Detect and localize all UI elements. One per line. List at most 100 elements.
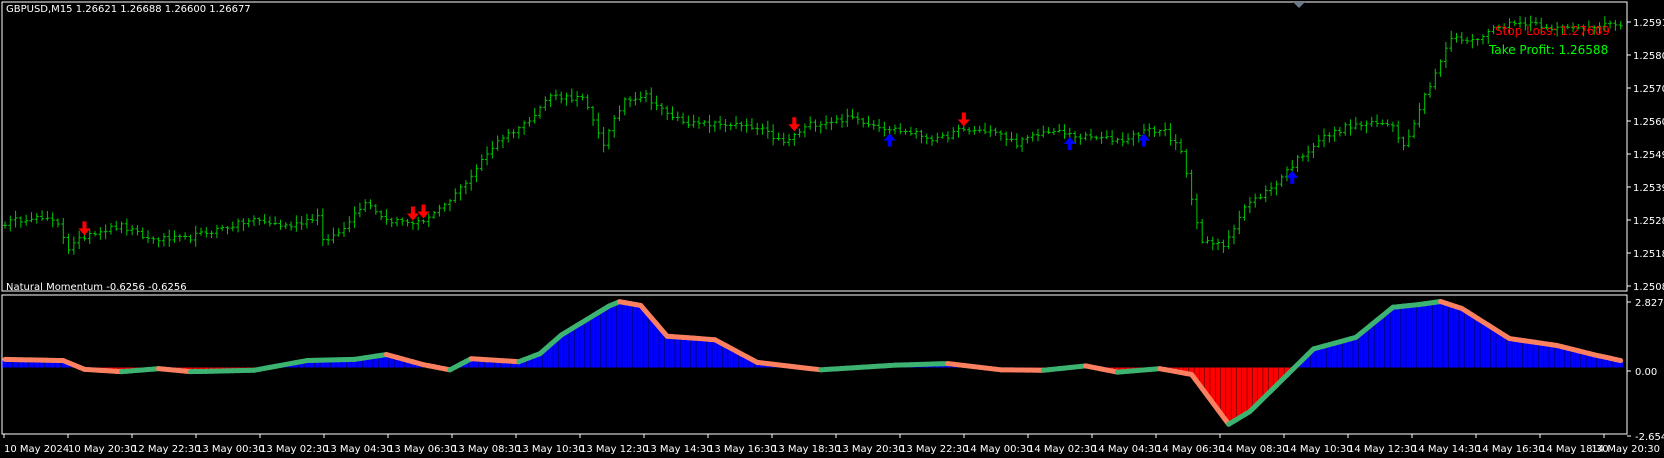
price-bar — [543, 96, 548, 111]
price-bar — [331, 227, 336, 244]
price-bar — [983, 122, 988, 135]
price-bar — [1136, 132, 1141, 143]
price-bar — [230, 221, 235, 232]
price-bar — [1216, 238, 1221, 251]
price-bar — [1364, 120, 1369, 134]
histogram-bar — [1464, 311, 1470, 368]
histogram-bar — [1321, 346, 1327, 368]
price-bar — [251, 215, 256, 227]
price-bar — [1422, 92, 1427, 115]
chart-canvas[interactable]: 1.25910 1.25805 1.25700 1.25600 1.25495 1.253… — [0, 0, 1664, 458]
price-bar — [924, 133, 929, 145]
price-bar — [1189, 169, 1194, 206]
price-bar — [612, 115, 617, 138]
time-axis-label: 14 May 00:30 — [964, 444, 1033, 455]
price-bar — [241, 218, 246, 232]
price-bar — [1237, 210, 1242, 235]
histogram-bar — [585, 318, 590, 368]
time-axis-label: 13 May 20:30 — [836, 444, 905, 455]
price-bar — [124, 218, 129, 236]
price-bar — [283, 222, 288, 229]
price-bar — [357, 202, 362, 218]
price-bar — [1300, 153, 1305, 162]
histogram-bar — [1448, 304, 1454, 368]
price-bar — [304, 213, 309, 229]
price-axis-label: 1.25495 — [1633, 150, 1664, 161]
price-bar — [1470, 33, 1475, 49]
price-bar — [156, 237, 161, 248]
histogram-bar — [1437, 301, 1443, 368]
price-bar — [1465, 36, 1470, 44]
histogram-bar — [653, 323, 659, 368]
price-bar — [1311, 142, 1316, 159]
price-bar — [66, 233, 71, 254]
time-axis-label: 13 May 22:30 — [900, 444, 969, 455]
price-bar — [1247, 197, 1252, 214]
price-bar — [824, 115, 829, 130]
histogram-bar — [685, 337, 691, 368]
buy-arrow-icon — [1063, 137, 1076, 151]
price-bar — [1147, 123, 1152, 137]
price-bar — [951, 127, 956, 140]
price-bar — [696, 116, 701, 129]
price-bar — [119, 221, 124, 233]
sell-arrow-icon — [406, 206, 419, 221]
histogram-bar — [606, 306, 612, 368]
time-axis-label: 14 May 04:30 — [1092, 444, 1161, 455]
price-bar — [871, 120, 876, 130]
price-bar — [808, 116, 813, 130]
histogram-bar — [1538, 343, 1544, 368]
price-bar — [606, 128, 611, 150]
histogram-bar — [1220, 367, 1226, 418]
histogram-bar — [1257, 367, 1263, 402]
momentum-line-segment — [1612, 356, 1624, 364]
histogram-bar — [669, 336, 675, 368]
price-bar — [591, 106, 596, 126]
price-bar — [787, 133, 792, 147]
price-bar — [898, 123, 903, 135]
histogram-bar — [616, 301, 622, 368]
price-bar — [728, 122, 733, 131]
price-bar — [908, 126, 913, 136]
price-bar — [988, 125, 993, 137]
price-bar — [87, 229, 92, 245]
price-bar — [315, 208, 320, 226]
histogram-bar — [1236, 367, 1242, 418]
price-bar — [882, 121, 887, 137]
price-bar — [1412, 119, 1417, 139]
price-bar — [675, 111, 680, 122]
price-bar — [469, 169, 474, 191]
price-bar — [267, 216, 272, 227]
price-bar — [103, 224, 108, 240]
price-bar — [940, 132, 945, 139]
price-bar — [972, 125, 977, 135]
time-axis-label: 14 May 16:30 — [1476, 444, 1545, 455]
time-axis-label: 14 May 06:30 — [1156, 444, 1225, 455]
price-bar — [289, 221, 294, 231]
price-bar — [384, 209, 389, 225]
price-bar — [257, 217, 262, 226]
histogram-bar — [1506, 338, 1512, 368]
price-bar — [1284, 166, 1289, 182]
time-axis-label: 10 May 20:30 — [68, 444, 137, 455]
histogram-bar — [648, 317, 654, 368]
price-bar — [1375, 114, 1380, 128]
price-bar — [1242, 204, 1247, 221]
histogram-bar — [1347, 338, 1353, 368]
histogram-bar — [1241, 367, 1247, 415]
price-bar — [1443, 41, 1448, 68]
price-bar — [1401, 136, 1406, 151]
scroll-marker-icon[interactable] — [1293, 2, 1305, 8]
price-bar — [1454, 32, 1459, 43]
histogram-bar — [1443, 303, 1449, 368]
price-bar — [236, 218, 241, 233]
price-bar — [326, 234, 331, 246]
buy-arrow-icon — [1286, 170, 1299, 184]
price-bar — [564, 92, 569, 106]
price-bar — [24, 214, 29, 226]
buy-arrow-icon — [883, 133, 896, 147]
price-bar — [1480, 34, 1485, 45]
price-bar — [1385, 119, 1390, 127]
histogram-bar — [712, 339, 718, 368]
histogram-bar — [632, 304, 638, 368]
